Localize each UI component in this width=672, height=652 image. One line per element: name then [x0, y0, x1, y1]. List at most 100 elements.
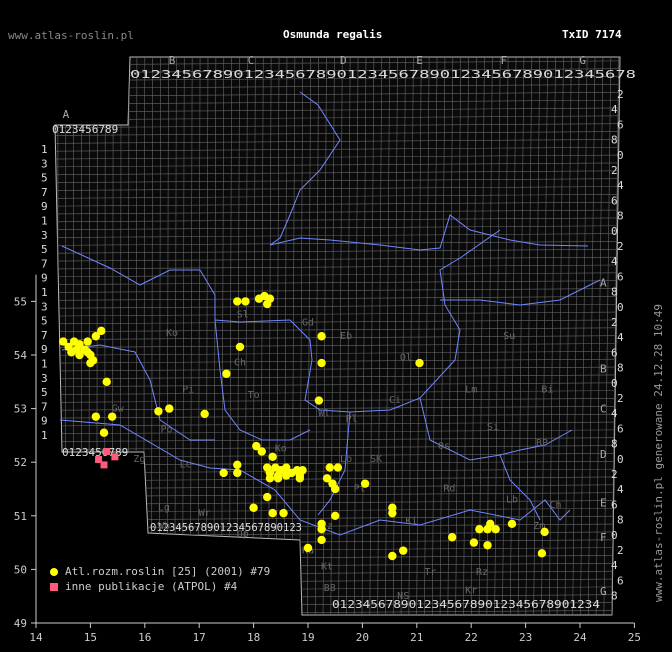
legend-label-atlas: Atl.rozm.roslin [25] (2001) #79 [65, 565, 271, 578]
occurrence-point-atlas [273, 474, 283, 483]
atpol-left-digit: 9 [41, 200, 48, 213]
atpol-right-digit: 4 [617, 179, 624, 192]
x-tick-label: 19 [301, 631, 314, 644]
atpol-right-digit: 6 [617, 270, 624, 283]
occurrence-point-atlas [399, 546, 408, 555]
atpol-right-digit: 2 [611, 468, 618, 481]
y-tick-label: 55 [14, 295, 27, 308]
grid-line-horizontal [55, 57, 620, 58]
occurrence-point-atlas [483, 541, 492, 550]
region-label: Wr [199, 508, 211, 519]
region-label: BP [536, 438, 548, 449]
region-label: Sl [237, 309, 249, 320]
region-label: Wb [158, 521, 170, 532]
atpol-row-letter: G [600, 585, 607, 598]
region-label: Pi [182, 385, 194, 396]
region-label: Kt [321, 561, 333, 572]
site-url: www.atlas-roslin.pl [8, 29, 134, 42]
region-label: Op [237, 529, 249, 540]
atpol-column-letter: E [416, 54, 423, 67]
y-tick-label: 53 [14, 403, 27, 416]
region-label: Po [161, 425, 173, 436]
atpol-left-digit: 7 [41, 186, 48, 199]
x-tick-label: 25 [628, 631, 641, 644]
region-label: NS [397, 591, 409, 602]
atpol-right-digit: 8 [611, 590, 618, 603]
atpol-right-digit: 2 [617, 392, 624, 405]
occurrence-point-atlas [388, 503, 397, 512]
region-label: Gw [112, 403, 125, 414]
occurrence-point-atlas [91, 412, 101, 421]
x-tick-label: 24 [573, 631, 587, 644]
x-tick-label: 15 [84, 631, 97, 644]
occurrence-point-atlas [507, 519, 517, 529]
occurrence-point-atlas [249, 503, 258, 512]
atpol-left-digit: 1 [41, 358, 48, 371]
occurrence-point-atlas [102, 377, 111, 386]
atpol-row-letter: D [600, 448, 607, 461]
region-label: Tr [424, 567, 436, 578]
occurrence-point-atlas [233, 460, 242, 470]
occurrence-point-atlas [317, 358, 326, 368]
region-label: Su [503, 331, 515, 342]
occurrence-point-atlas [97, 326, 106, 336]
region-label: Lg [158, 502, 170, 513]
x-tick-label: 23 [519, 631, 532, 644]
taxon-id: TxID 7174 [562, 28, 622, 41]
y-tick-label: 52 [14, 456, 27, 469]
occurrence-point-atlas [317, 525, 326, 534]
atpol-bottom-digits-left: 012345678901234567890123 [150, 521, 302, 534]
occurrence-point-atlas [263, 299, 272, 309]
y-tick-label: 54 [14, 349, 28, 362]
region-label: Rz [476, 567, 488, 578]
occurrence-point-atlas [325, 463, 334, 472]
region-label: Ki [405, 516, 417, 527]
region-label: Wl [318, 409, 330, 420]
occurrence-point-atlas [295, 474, 305, 483]
occurrence-point-atlas [222, 369, 231, 378]
atpol-right-digit: 6 [617, 422, 624, 435]
atpol-right-digit: 6 [611, 194, 618, 207]
region-label: Bi [541, 385, 553, 396]
occurrence-point-atlas [279, 508, 288, 518]
atpol-right-digit: 6 [611, 346, 618, 359]
atpol-left-digit: 1 [41, 429, 48, 442]
region-label: Lm [465, 385, 477, 396]
atpol-right-digit: 2 [617, 240, 624, 253]
atpol-left-digit: 9 [41, 343, 48, 356]
region-label: Ko [275, 443, 287, 454]
occurrence-point-atlas [317, 535, 326, 545]
atpol-column-letter: C [248, 54, 255, 67]
x-tick-label: 16 [138, 631, 151, 644]
atpol-column-letter: D [340, 54, 347, 67]
atpol-left-digit: 3 [41, 300, 48, 313]
distribution-map: 14 15 16 17 18 19 20 21 22 23 24 2549505152535455 A… [14, 54, 641, 644]
atpol-right-digit: 2 [617, 544, 624, 557]
atpol-bottom-digits-right: 01234567890123456789012345678901234 [332, 598, 600, 611]
occurrence-point-atlas [165, 404, 174, 413]
occurrence-point-atlas [415, 358, 424, 368]
occurrence-point-atlas [83, 337, 92, 346]
region-label: SK [370, 454, 382, 465]
atpol-column-letter: F [501, 54, 508, 67]
atpol-right-digit: 4 [611, 407, 618, 420]
atpol-left-digit: 7 [41, 257, 48, 270]
legend-item-atpol: inne publikacje (ATPOL) #4 [50, 580, 237, 593]
atpol-row-letter: C [600, 403, 607, 416]
atpol-left-digit: 7 [41, 329, 48, 342]
occurrence-point-atlas [317, 332, 326, 341]
occurrence-point-atlas [268, 452, 277, 462]
region-label: Pl [345, 414, 357, 425]
x-tick-label: 20 [356, 631, 369, 644]
x-tick-label: 14 [29, 631, 43, 644]
occurrence-point-atpol [111, 453, 119, 461]
occurrence-point-atlas [235, 342, 245, 352]
atpol-left-digit: 3 [41, 229, 48, 242]
atpol-left-digit: 9 [41, 272, 48, 285]
occurrence-point-atlas [331, 511, 340, 520]
atpol-left-digit: 1 [41, 215, 48, 228]
region-label: Si [487, 422, 499, 433]
y-tick-label: 49 [14, 617, 27, 630]
atpol-right-digit: 2 [611, 164, 618, 177]
occurrence-point-atlas [75, 350, 84, 360]
